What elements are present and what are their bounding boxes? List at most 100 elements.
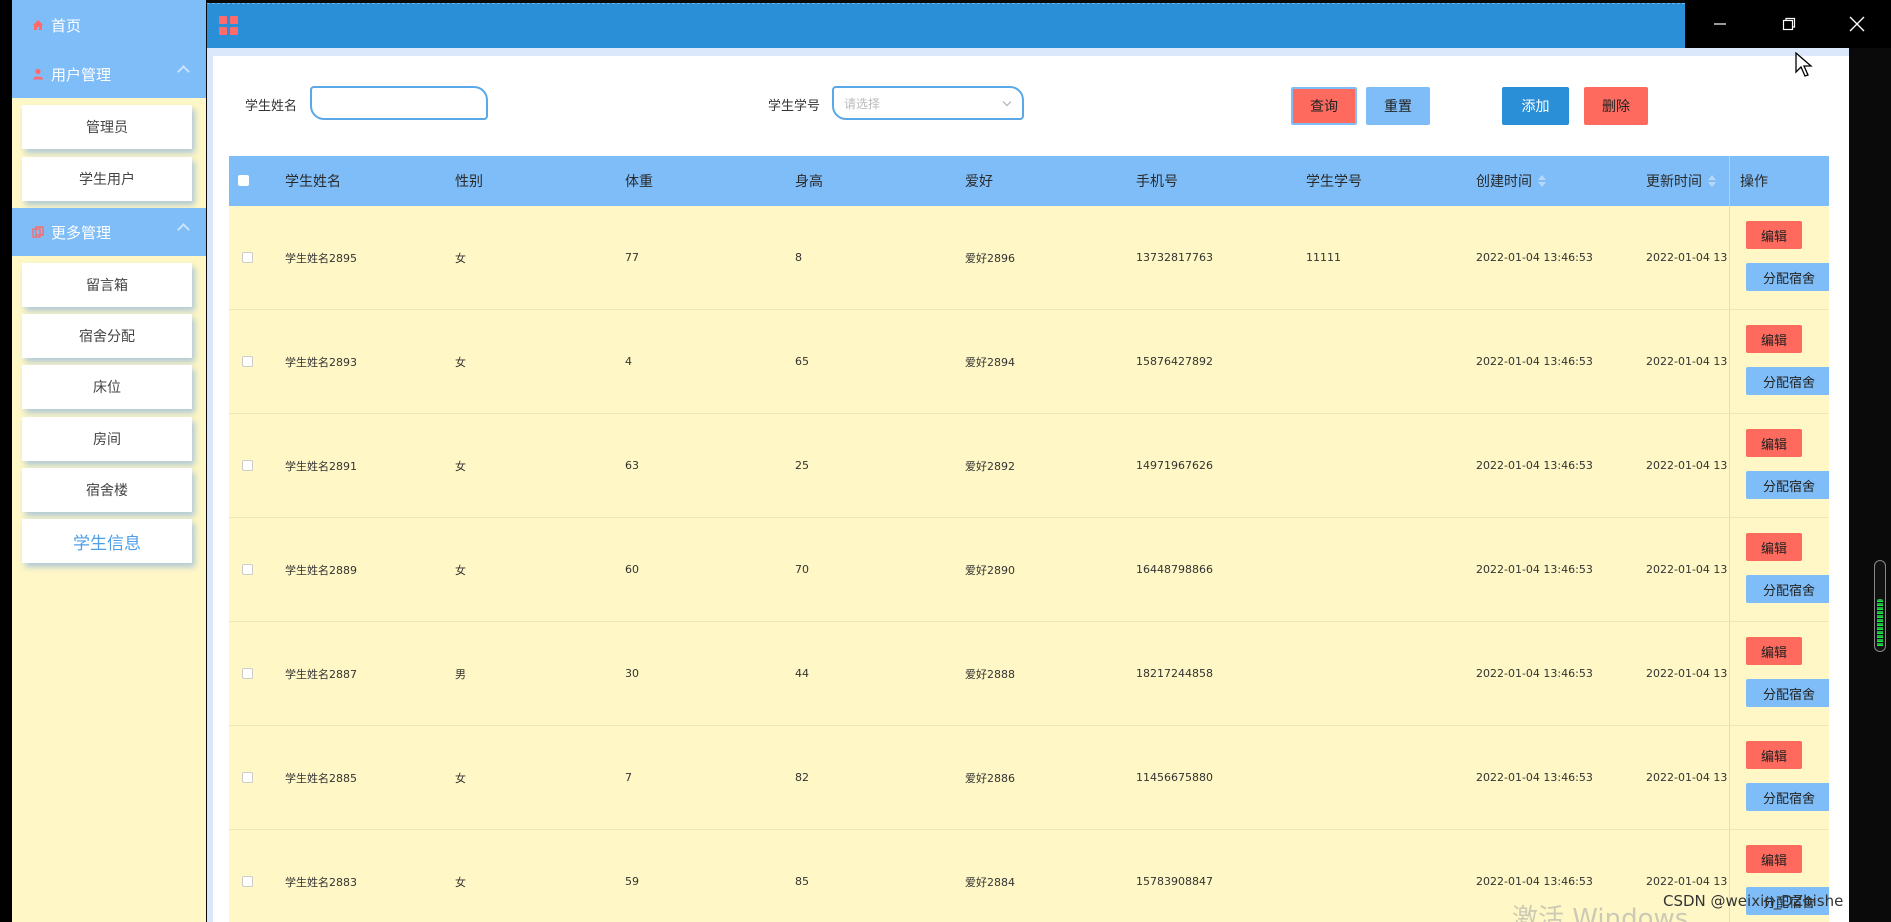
sidebar-group-more-management[interactable]: 更多管理	[12, 208, 206, 256]
cell-weight: 60	[625, 563, 639, 576]
cell-height: 65	[795, 355, 809, 368]
cell-hobby: 爱好2894	[965, 355, 1015, 369]
query-button[interactable]: 查询	[1291, 87, 1357, 125]
edit-button[interactable]: 编辑	[1746, 221, 1802, 249]
row-checkbox[interactable]	[242, 772, 253, 783]
row-checkbox[interactable]	[242, 876, 253, 887]
row-checkbox[interactable]	[242, 252, 253, 263]
scrollbar-thumb[interactable]	[1877, 599, 1883, 647]
cell-student-name: 学生姓名2887	[285, 667, 357, 681]
col-updated-time[interactable]: 更新时间	[1646, 156, 1716, 206]
cell-actions: 编辑 分配宿舍	[1729, 622, 1829, 725]
cell-actions: 编辑 分配宿舍	[1729, 518, 1829, 621]
cell-weight: 59	[625, 875, 639, 888]
col-created-time[interactable]: 创建时间	[1476, 156, 1546, 206]
sort-icon[interactable]	[1538, 175, 1546, 187]
sidebar-item-dorm-building[interactable]: 宿舍楼	[22, 468, 192, 512]
restore-icon	[1782, 17, 1795, 31]
sidebar-item-room[interactable]: 房间	[22, 417, 192, 461]
row-checkbox[interactable]	[242, 356, 253, 367]
col-hobby: 爱好	[965, 174, 993, 190]
restore-button[interactable]	[1754, 0, 1823, 48]
close-button[interactable]	[1822, 0, 1891, 48]
cell-hobby: 爱好2886	[965, 771, 1015, 785]
edit-button[interactable]: 编辑	[1746, 845, 1802, 873]
cell-weight: 30	[625, 667, 639, 680]
sidebar-item-bed[interactable]: 床位	[22, 365, 192, 409]
table-row[interactable]: 学生姓名2889 女 60 70 爱好2890 16448798866 2022-01-04…	[229, 518, 1829, 622]
student-name-input[interactable]	[310, 86, 488, 120]
chevron-up-icon	[177, 65, 190, 78]
cell-actions: 编辑 分配宿舍	[1729, 726, 1829, 829]
cell-updated-time: 2022-01-04 13	[1646, 459, 1728, 472]
cell-phone: 13732817763	[1136, 251, 1213, 264]
cell-gender: 女	[455, 563, 466, 577]
sidebar-item-label: 宿舍分配	[79, 329, 135, 345]
delete-button[interactable]: 删除	[1584, 87, 1648, 125]
sort-icon[interactable]	[1708, 175, 1716, 187]
cell-hobby: 爱好2896	[965, 251, 1015, 265]
select-all-checkbox[interactable]	[238, 175, 249, 186]
sidebar-item-dorm-assign[interactable]: 宿舍分配	[22, 314, 192, 358]
sidebar-group-user-management[interactable]: 用户管理	[12, 50, 206, 98]
cell-height: 82	[795, 771, 809, 784]
sidebar-item-student-user[interactable]: 学生用户	[22, 157, 192, 201]
mouse-cursor-icon	[1795, 52, 1813, 77]
table-row[interactable]: 学生姓名2887 男 30 44 爱好2888 18217244858 2022-01-04…	[229, 622, 1829, 726]
table-row[interactable]: 学生姓名2891 女 63 25 爱好2892 14971967626 2022-01-04…	[229, 414, 1829, 518]
sidebar-item-home[interactable]: 首页	[12, 0, 206, 50]
sidebar-home-label: 首页	[51, 16, 82, 35]
cell-actions: 编辑 分配宿舍	[1729, 414, 1829, 517]
chevron-down-icon	[1002, 97, 1012, 107]
cell-student-name: 学生姓名2885	[285, 771, 357, 785]
assign-dorm-button[interactable]: 分配宿舍	[1746, 783, 1829, 811]
table-row[interactable]: 学生姓名2893 女 4 65 爱好2894 15876427892 2022-01-04 …	[229, 310, 1829, 414]
edit-button[interactable]: 编辑	[1746, 741, 1802, 769]
assign-dorm-button[interactable]: 分配宿舍	[1746, 575, 1829, 603]
cell-gender: 女	[455, 459, 466, 473]
row-checkbox[interactable]	[242, 668, 253, 679]
user-icon	[32, 68, 44, 80]
row-checkbox[interactable]	[242, 564, 253, 575]
minimize-button[interactable]	[1685, 0, 1754, 48]
main-area: 学生姓名 学生学号 请选择 查询 重置 添加 删除 学生姓名 性别 体重 身高	[207, 48, 1849, 922]
student-table: 学生姓名 性别 体重 身高 爱好 手机号 学生学号 创建时间 更新时间 操作 学…	[229, 156, 1829, 922]
student-number-select[interactable]: 请选择	[832, 86, 1024, 120]
assign-dorm-button[interactable]: 分配宿舍	[1746, 679, 1829, 707]
cell-student-name: 学生姓名2895	[285, 251, 357, 265]
left-edge	[0, 0, 12, 922]
sidebar-item-label: 学生信息	[73, 533, 141, 554]
assign-dorm-button[interactable]: 分配宿舍	[1746, 367, 1829, 395]
sidebar-item-student-info[interactable]: 学生信息	[22, 519, 192, 563]
row-checkbox[interactable]	[242, 460, 253, 471]
edit-button[interactable]: 编辑	[1746, 637, 1802, 665]
cell-weight: 7	[625, 771, 632, 784]
cell-created-time: 2022-01-04 13:46:53	[1476, 563, 1593, 576]
edit-button[interactable]: 编辑	[1746, 533, 1802, 561]
col-phone: 手机号	[1136, 174, 1178, 190]
table-row[interactable]: 学生姓名2885 女 7 82 爱好2886 11456675880 2022-01-04 …	[229, 726, 1829, 830]
add-button[interactable]: 添加	[1502, 87, 1569, 125]
sidebar-item-label: 房间	[93, 432, 121, 448]
edit-button[interactable]: 编辑	[1746, 325, 1802, 353]
grid-menu-icon[interactable]	[219, 16, 239, 36]
sidebar-user-management-label: 用户管理	[51, 65, 112, 84]
app-window: 首页 用户管理 管理员 学生用户 更多管理 留言箱 宿舍分配 床位 房间 宿舍楼…	[0, 0, 1891, 922]
col-updated-time-label: 更新时间	[1646, 174, 1702, 190]
cell-phone: 18217244858	[1136, 667, 1213, 680]
cell-student-name: 学生姓名2889	[285, 563, 357, 577]
cell-gender: 男	[455, 667, 466, 681]
table-row[interactable]: 学生姓名2895 女 77 8 爱好2896 13732817763 11111 2022-0…	[229, 206, 1829, 310]
assign-dorm-button[interactable]: 分配宿舍	[1746, 263, 1829, 291]
reset-button[interactable]: 重置	[1366, 87, 1430, 125]
cell-gender: 女	[455, 251, 466, 265]
scrollbar[interactable]	[1874, 560, 1886, 652]
cell-student-number: 11111	[1306, 251, 1341, 264]
cell-phone: 14971967626	[1136, 459, 1213, 472]
assign-dorm-button[interactable]: 分配宿舍	[1746, 471, 1829, 499]
sidebar-item-admin[interactable]: 管理员	[22, 105, 192, 149]
edit-button[interactable]: 编辑	[1746, 429, 1802, 457]
sidebar-item-message-box[interactable]: 留言箱	[22, 263, 192, 307]
top-bar-border	[207, 3, 1685, 4]
cell-updated-time: 2022-01-04 13	[1646, 563, 1728, 576]
